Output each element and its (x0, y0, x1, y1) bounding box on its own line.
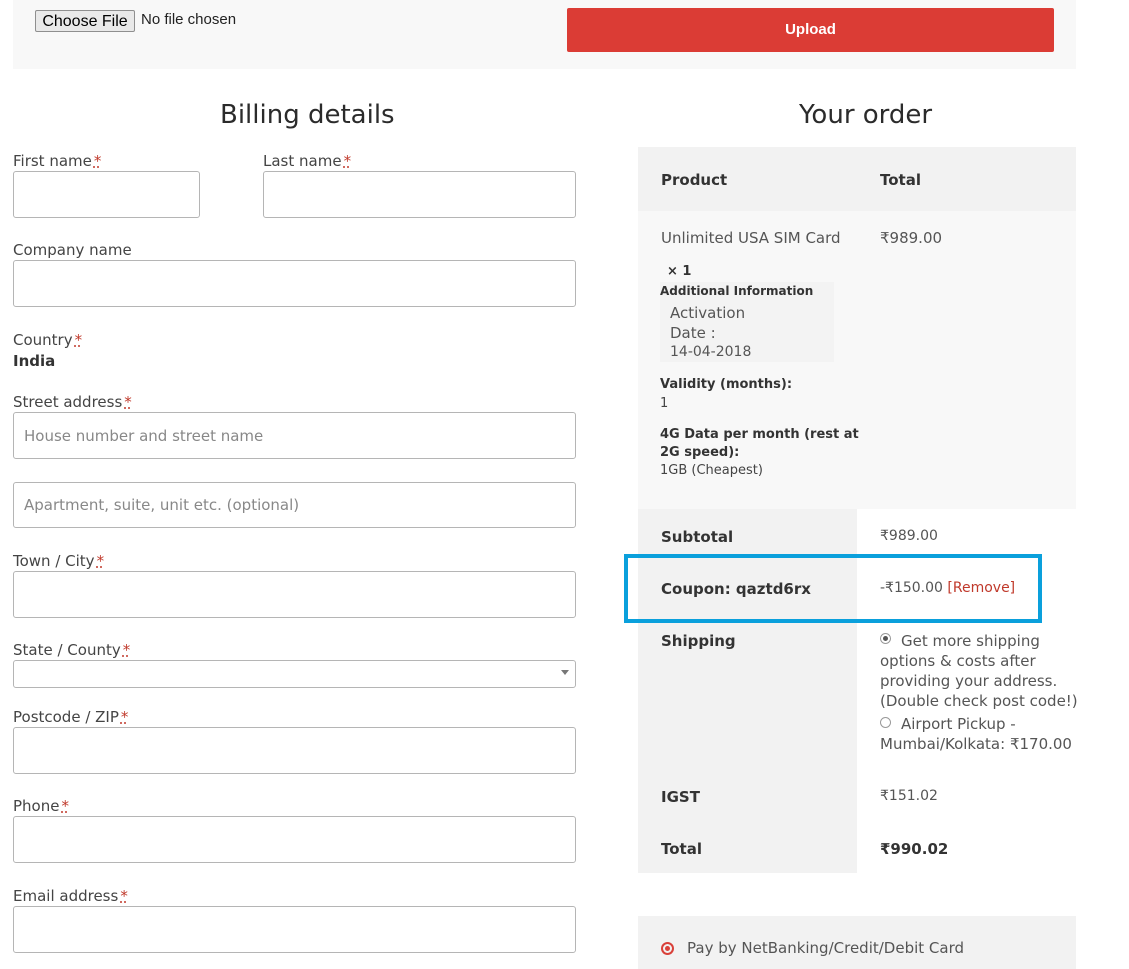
column-product: Product (661, 171, 728, 189)
file-status: No file chosen (141, 11, 237, 28)
activation-label-line2: Date : (670, 324, 716, 342)
last-name-label: Last name * (263, 152, 352, 170)
street-placeholder: House number and street name (24, 426, 264, 445)
item-name: Unlimited USA SIM Card (661, 229, 841, 247)
coupon-label: Coupon: qaztd6rx (661, 580, 811, 598)
subtotal-label: Subtotal (661, 528, 734, 546)
remove-coupon-link[interactable]: [Remove] (947, 580, 1015, 596)
first-name-label: First name * (13, 152, 102, 170)
chevron-down-icon (561, 670, 569, 675)
billing-title: Billing details (220, 100, 395, 130)
igst-value: ₹151.02 (880, 788, 938, 804)
country-value: India (13, 352, 56, 370)
state-label: State / County * (13, 641, 131, 659)
phone-field[interactable] (13, 816, 576, 863)
coupon-discount: -₹150.00 (880, 580, 943, 596)
apartment-placeholder: Apartment, suite, unit etc. (optional) (24, 496, 300, 514)
city-field[interactable] (13, 571, 576, 618)
activation-date-value: 14-04-2018 (670, 344, 752, 360)
shipping-option-1-radio[interactable] (880, 633, 891, 644)
igst-label: IGST (661, 788, 700, 806)
subtotal-value: ₹989.00 (880, 528, 938, 544)
shipping-option-1-line2: options & costs after (880, 652, 1036, 670)
item-price: ₹989.00 (880, 229, 943, 247)
validity-label: Validity (months): (660, 377, 793, 392)
choose-file-button[interactable]: Choose File (35, 10, 135, 32)
shipping-option-1-line4: (Double check post code!) (880, 692, 1078, 710)
coupon-value: -₹150.00 [Remove] (880, 580, 1015, 596)
postcode-label: Postcode / ZIP * (13, 708, 129, 726)
shipping-option-2-line1: Airport Pickup - (901, 715, 1016, 733)
company-label: Company name (13, 241, 132, 259)
street-address-field[interactable]: House number and street name (13, 412, 576, 459)
first-name-field[interactable] (13, 171, 200, 218)
validity-value: 1 (660, 396, 669, 411)
payment-radio[interactable] (661, 942, 674, 955)
shipping-option-2-line2: Mumbai/Kolkata: ₹170.00 (880, 735, 1072, 753)
shipping-option-1-line1: Get more shipping (901, 632, 1040, 650)
street-label: Street address * (13, 393, 132, 411)
country-label: Country * (13, 331, 83, 349)
data-plan-value: 1GB (Cheapest) (660, 463, 763, 478)
data-plan-label-line2: 2G speed): (660, 445, 740, 460)
state-select[interactable] (13, 660, 576, 688)
phone-label: Phone * (13, 797, 69, 815)
email-field[interactable] (13, 906, 576, 953)
apartment-field[interactable]: Apartment, suite, unit etc. (optional) (13, 482, 576, 528)
order-title: Your order (799, 100, 933, 130)
postcode-field[interactable] (13, 727, 576, 774)
column-total: Total (880, 171, 921, 189)
city-label: Town / City * (13, 552, 105, 570)
last-name-field[interactable] (263, 171, 576, 218)
total-value: ₹990.02 (880, 840, 949, 858)
company-field[interactable] (13, 260, 576, 307)
shipping-option-1-line3: providing your address. (880, 672, 1058, 690)
email-label: Email address * (13, 887, 128, 905)
upload-button[interactable]: Upload (567, 8, 1054, 52)
data-plan-label-line1: 4G Data per month (rest at (660, 427, 859, 442)
item-quantity: × 1 (667, 264, 692, 279)
shipping-label: Shipping (661, 632, 736, 650)
additional-info-label: Additional Information (660, 284, 814, 298)
total-label: Total (661, 840, 702, 858)
payment-option-label[interactable]: Pay by NetBanking/Credit/Debit Card (687, 939, 964, 957)
activation-label-line1: Activation (670, 304, 746, 322)
shipping-option-2-radio[interactable] (880, 717, 891, 728)
